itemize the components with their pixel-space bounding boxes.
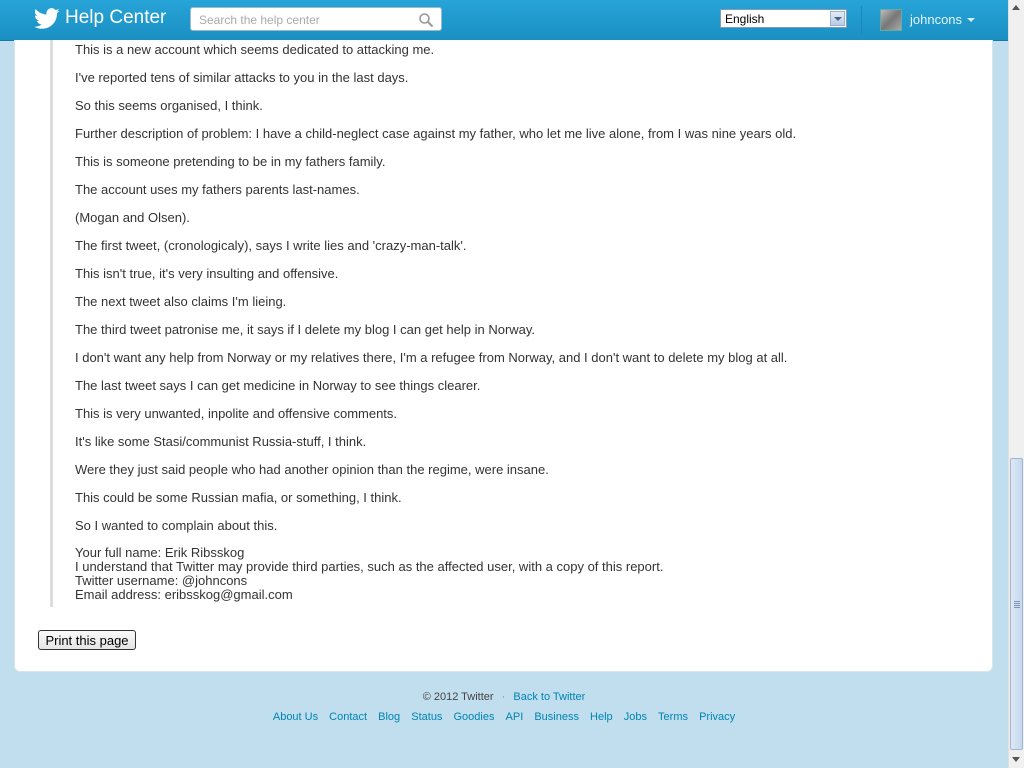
header-divider (861, 6, 862, 34)
twitter-username-line: Twitter username: @johncons (75, 573, 248, 588)
search-input[interactable] (197, 11, 416, 29)
twitter-bird-icon[interactable] (34, 8, 60, 30)
top-bar: Help Center English johncons (0, 0, 1008, 41)
footer-link-jobs[interactable]: Jobs (624, 711, 647, 723)
report-line: I've reported tens of similar attacks to… (75, 70, 409, 85)
consent-line: I understand that Twitter may provide th… (75, 559, 664, 574)
report-line: So I wanted to complain about this. (75, 518, 278, 533)
search-box (190, 7, 442, 31)
quote-bar (50, 40, 53, 607)
footer-link-api[interactable]: API (506, 711, 524, 723)
report-line: Were they just said people who had anoth… (75, 462, 549, 477)
report-summary: Your full name: Erik Ribsskog I understa… (75, 546, 663, 602)
print-page-button[interactable]: Print this page (38, 630, 136, 650)
content-panel: This is a new account which seems dedica… (14, 40, 993, 672)
footer-link-help[interactable]: Help (590, 711, 613, 723)
footer-link-goodies[interactable]: Goodies (454, 711, 495, 723)
report-line: It's like some Stasi/communist Russia-st… (75, 434, 367, 449)
grip-icon (1014, 601, 1020, 602)
search-icon[interactable] (418, 12, 434, 28)
report-line: (Mogan and Olsen). (75, 210, 190, 225)
caret-down-icon[interactable] (967, 18, 975, 22)
report-line: Further description of problem: I have a… (75, 126, 797, 141)
footer-link-status[interactable]: Status (411, 711, 442, 723)
copyright: © 2012 Twitter (422, 691, 494, 703)
username-menu[interactable]: johncons (910, 12, 962, 27)
footer-separator: · (501, 691, 506, 703)
report-line: So this seems organised, I think. (75, 98, 263, 113)
language-select[interactable]: English (720, 9, 847, 28)
email-line: Email address: eribsskog@gmail.com (75, 587, 293, 602)
scrollbar-thumb[interactable] (1010, 458, 1023, 750)
report-line: The account uses my fathers parents last… (75, 182, 360, 197)
footer-copyright-row: © 2012 Twitter · Back to Twitter (0, 691, 1008, 703)
report-line: The first tweet, (cronologicaly), says I… (75, 238, 467, 253)
report-line: This could be some Russian mafia, or som… (75, 490, 402, 505)
report-line: The third tweet patronise me, it says if… (75, 322, 536, 337)
footer-link-blog[interactable]: Blog (378, 711, 400, 723)
report-line: The last tweet says I can get medicine i… (75, 378, 481, 393)
footer-link-contact[interactable]: Contact (329, 711, 367, 723)
report-line: The next tweet also claims I'm lieing. (75, 294, 287, 309)
full-name-line: Your full name: Erik Ribsskog (75, 545, 245, 560)
avatar[interactable] (880, 9, 902, 31)
footer-link-privacy[interactable]: Privacy (699, 711, 735, 723)
vertical-scrollbar[interactable] (1008, 0, 1024, 768)
back-to-twitter-link[interactable]: Back to Twitter (513, 691, 585, 703)
report-line: This isn't true, it's very insulting and… (75, 266, 339, 281)
report-line: This is a new account which seems dedica… (75, 42, 435, 57)
footer-link-terms[interactable]: Terms (658, 711, 688, 723)
language-value: English (725, 12, 765, 26)
report-line: I don't want any help from Norway or my … (75, 350, 788, 365)
footer-links: About Us Contact Blog Status Goodies API… (0, 711, 1008, 723)
help-center-title[interactable]: Help Center (65, 7, 166, 29)
footer-link-business[interactable]: Business (534, 711, 579, 723)
report-line: This is very unwanted, inpolite and offe… (75, 406, 398, 421)
scroll-down-icon[interactable] (1012, 757, 1020, 762)
scroll-up-icon[interactable] (1012, 5, 1020, 10)
chevron-down-icon[interactable] (830, 11, 845, 26)
report-line: This is someone pretending to be in my f… (75, 154, 386, 169)
footer-link-about-us[interactable]: About Us (273, 711, 318, 723)
